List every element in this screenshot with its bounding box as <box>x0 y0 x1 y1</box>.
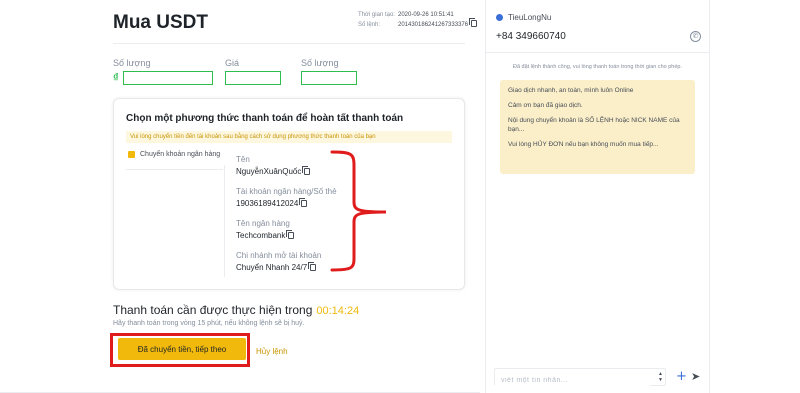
stepper-icon[interactable]: ▲ ▼ <box>658 371 663 383</box>
phone-icon[interactable]: ✆ <box>690 31 701 42</box>
order-no-value: 201430186241267333376 <box>398 22 469 28</box>
message-line: Vui lòng HỦY ĐƠN nếu bạn không muốn mua … <box>508 141 659 148</box>
account-name: NguyễnXuânQuốc <box>236 167 302 176</box>
page-title: Mua USDT <box>113 12 208 33</box>
method-underline <box>126 169 223 170</box>
chat-input-wrapper: ▲▼ <box>494 368 666 389</box>
quantity-value <box>301 71 357 85</box>
message-line: Giao dịch nhanh, an toàn, mình luôn Onli… <box>508 87 634 94</box>
vertical-divider <box>224 165 225 277</box>
currency-symbol: ₫ <box>113 72 119 84</box>
payment-method-card: Chọn một phương thức thanh toán để hoàn … <box>113 98 465 290</box>
price-field: Giá <box>225 58 281 85</box>
payment-method-bank[interactable]: Chuyển khoản ngân hàng <box>128 151 220 158</box>
transferred-next-button[interactable]: Đã chuyển tiền, tiếp theo <box>118 338 246 360</box>
copy-icon[interactable] <box>299 198 308 207</box>
order-no-label: Số lệnh: <box>358 22 381 28</box>
copy-icon[interactable] <box>302 166 311 175</box>
payment-notice: Vui lòng chuyển tiền đến tài khoản sau b… <box>126 131 452 143</box>
branch-name: Chuyển Nhanh 24/7 <box>236 263 308 272</box>
price-label: Giá <box>225 58 240 68</box>
created-value: 2020-09-26 10:51:41 <box>398 12 454 18</box>
brace-annotation <box>330 150 387 272</box>
add-attachment-button[interactable]: + <box>676 369 687 384</box>
account-number: 19036189412024 <box>236 199 299 208</box>
cancel-order-button[interactable]: Hủy lệnh <box>256 347 288 356</box>
bank-transfer-icon <box>128 151 135 158</box>
divider <box>113 43 465 44</box>
message-line: Nội dung chuyển khoản là SỐ LỆNH hoặc NI… <box>508 117 680 133</box>
payment-deadline: Thanh toán cần được thực hiện trong 00:14… <box>113 303 359 317</box>
quantity-field: Số lượng <box>301 58 357 85</box>
copy-icon[interactable] <box>308 262 317 271</box>
system-message: Đã đặt lệnh thành công, vui lòng thanh t… <box>512 64 683 70</box>
order-panel: Mua USDT Thời gian tạo: 2020-09-26 10:51:… <box>0 0 480 393</box>
chat-username: TieuLongNu <box>508 13 552 22</box>
copy-icon[interactable] <box>469 18 478 27</box>
payment-subtitle: Hãy thanh toán trong vòng 15 phút, nếu k… <box>113 320 305 327</box>
chat-phone: +84 349660740 <box>496 31 566 42</box>
chat-panel: TieuLongNu +84 349660740 ✆ Đã đặt lệnh t… <box>485 0 710 393</box>
bank-name: Techcombank <box>236 231 286 240</box>
card-title: Chọn một phương thức thanh toán để hoàn … <box>126 113 404 124</box>
amount-label: Số lượng <box>113 58 151 68</box>
created-label: Thời gian tạo: <box>358 12 395 18</box>
chat-user: TieuLongNu <box>496 13 551 22</box>
message-line: Cảm ơn bạn đã giao dịch. <box>508 102 583 109</box>
payment-method-label: Chuyển khoản ngân hàng <box>140 151 221 158</box>
amount-value <box>123 71 213 85</box>
copy-icon[interactable] <box>286 230 295 239</box>
countdown-timer: 00:14:24 <box>316 305 360 317</box>
quantity-label: Số lượng <box>301 58 339 68</box>
avatar <box>496 14 503 21</box>
chat-divider <box>486 52 709 53</box>
chat-input[interactable] <box>495 372 650 389</box>
price-value <box>225 71 281 85</box>
send-button[interactable]: ➤ <box>691 370 700 383</box>
order-meta: Thời gian tạo: 2020-09-26 10:51:41 Số lện… <box>358 10 478 30</box>
payment-deadline-label: Thanh toán cần được thực hiện trong <box>113 303 313 317</box>
message-bubble: Giao dịch nhanh, an toàn, mình luôn Onli… <box>500 80 695 174</box>
amount-field: Số lượng <box>113 58 213 85</box>
